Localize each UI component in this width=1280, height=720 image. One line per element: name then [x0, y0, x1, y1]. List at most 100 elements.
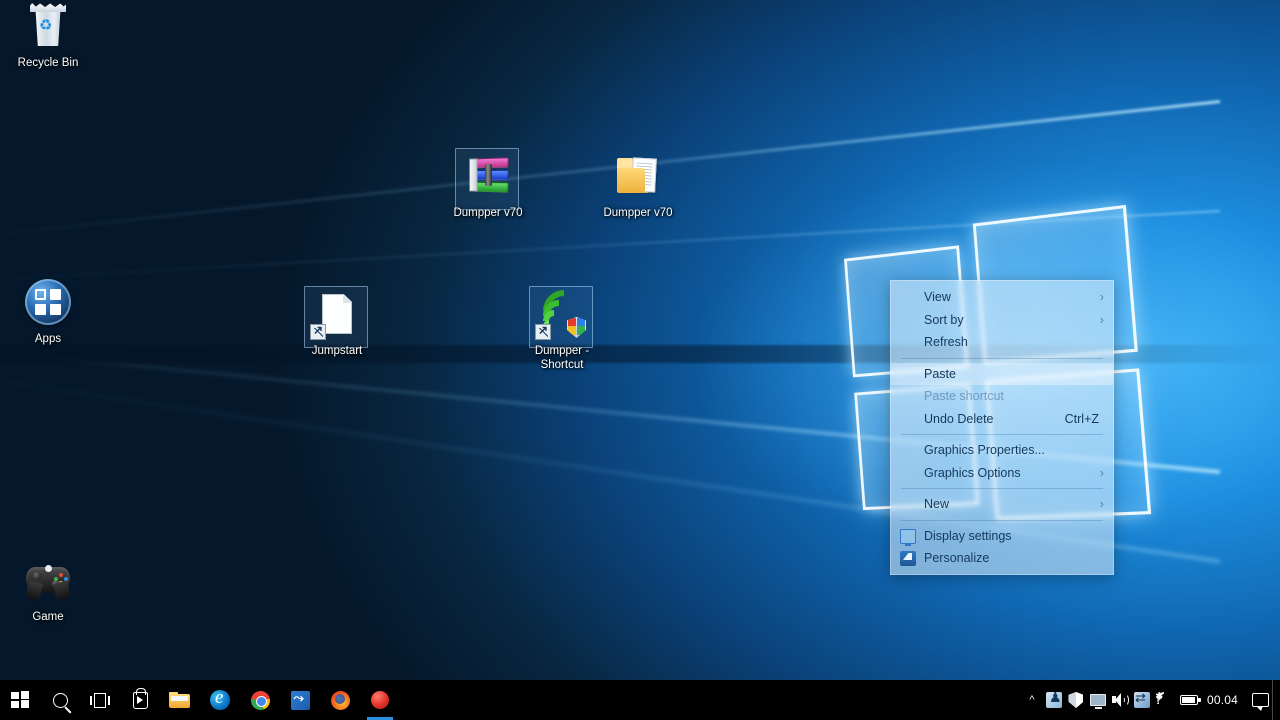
chrome-button[interactable] [240, 680, 280, 720]
context-menu-item-paste-shortcut: Paste shortcut [891, 385, 1113, 408]
network-button[interactable] [1131, 680, 1153, 720]
speaker-icon [1111, 693, 1129, 707]
desktop-icon-label: Dumpper v70 [603, 207, 673, 219]
store-button[interactable] [120, 680, 160, 720]
context-menu-item-view[interactable]: View › [891, 286, 1113, 309]
shortcut-arrow-icon [535, 323, 551, 340]
task-view-icon [90, 692, 110, 708]
menu-separator [901, 488, 1103, 489]
desktop-surface[interactable]: ♻ Recycle Bin Apps Game Dumpper v70 Dump… [0, 0, 1280, 720]
menu-item-label: Undo Delete [924, 411, 994, 426]
menu-item-label: Sort by [924, 312, 964, 327]
volume-button[interactable] [1109, 680, 1131, 720]
taskbar-pinned-apps [0, 680, 400, 720]
context-menu-item-graphics-properties[interactable]: Graphics Properties... [891, 439, 1113, 462]
context-menu-item-graphics-options[interactable]: Graphics Options › [891, 462, 1113, 485]
file-explorer-button[interactable] [160, 680, 200, 720]
desktop-icon-dumpper-folder[interactable]: Dumpper v70 [592, 152, 684, 220]
recycle-bin-icon: ♻ [24, 2, 72, 50]
shortcut-arrow-icon [310, 323, 326, 340]
display-button[interactable] [1087, 680, 1109, 720]
blue-app-tray-icon [1045, 692, 1062, 708]
desktop-icon-label: Recycle Bin [17, 57, 79, 69]
red-app-button[interactable] [360, 680, 400, 720]
desktop-icon-label: Apps [34, 333, 62, 345]
context-menu-item-sort-by[interactable]: Sort by › [891, 309, 1113, 332]
blue-app-icon [290, 690, 310, 710]
battery-button[interactable] [1177, 680, 1201, 720]
menu-separator [901, 434, 1103, 435]
chevron-right-icon: › [1099, 496, 1104, 511]
menu-item-label: Graphics Options [924, 465, 1021, 480]
blue-app-button[interactable] [280, 680, 320, 720]
desktop-icon-label: Dumpper v70 [453, 207, 523, 219]
clock[interactable]: 00.04 [1201, 693, 1248, 707]
chevron-right-icon: › [1099, 289, 1104, 304]
desktop-icon-game[interactable]: Game [2, 556, 94, 624]
wifi-shield-icon [534, 281, 594, 341]
security-button[interactable] [1065, 680, 1087, 720]
menu-item-label: Graphics Properties... [924, 443, 1045, 457]
action-center-button[interactable] [1248, 680, 1272, 720]
action-center-icon [1251, 693, 1269, 711]
context-menu-item-undo-delete[interactable]: Undo Delete Ctrl+Z [891, 408, 1113, 431]
menu-item-label: Personalize [924, 551, 990, 565]
folder-with-document-icon [614, 152, 662, 200]
show-hidden-icons-button[interactable]: ^ [1021, 680, 1043, 720]
menu-item-label: New [924, 497, 950, 511]
folder-icon [169, 691, 191, 709]
desktop-icon-label: Dumpper - Shortcut [534, 345, 590, 371]
apps-orb-icon [24, 278, 72, 326]
edge-button[interactable] [200, 680, 240, 720]
personalize-icon [900, 551, 916, 566]
monitor-icon [900, 528, 916, 546]
menu-item-label: Display settings [924, 528, 1012, 543]
firefox-button[interactable] [320, 680, 360, 720]
task-view-button[interactable] [80, 680, 120, 720]
xbox-controller-icon [24, 556, 72, 604]
store-bag-icon [132, 687, 148, 709]
battery-icon [1179, 695, 1201, 705]
context-menu-item-display-settings[interactable]: Display settings [891, 525, 1113, 548]
desktop-icon-jumpstart[interactable]: Jumpstart [291, 290, 383, 358]
context-menu-item-new[interactable]: New › [891, 493, 1113, 516]
menu-item-label: Paste shortcut [924, 389, 1004, 403]
search-icon [52, 692, 68, 708]
desktop-icon-label: Game [32, 611, 64, 623]
firefox-icon [330, 690, 350, 710]
desktop-context-menu[interactable]: View › Sort by › Refresh Paste Paste sho… [890, 280, 1114, 575]
tray-app-button[interactable] [1043, 680, 1065, 720]
desktop-icon-label: Jumpstart [311, 345, 363, 357]
blank-document-icon [310, 290, 361, 340]
start-button[interactable] [0, 680, 40, 720]
winrar-archive-icon [464, 152, 512, 200]
search-button[interactable] [40, 680, 80, 720]
desktop-icon-recycle-bin[interactable]: ♻ Recycle Bin [2, 2, 94, 70]
wifi-button[interactable]: ✱ [1153, 680, 1177, 720]
menu-item-label: View [924, 290, 951, 304]
desktop-icon-dumpper-archive[interactable]: Dumpper v70 [442, 152, 534, 220]
shield-icon [1068, 692, 1084, 708]
red-circle-icon [371, 691, 389, 709]
menu-item-label: Refresh [924, 335, 968, 349]
windows-flag-icon [11, 691, 29, 709]
uac-shield-icon [567, 317, 586, 338]
chrome-icon [250, 690, 270, 710]
wifi-icon: ✱ [1154, 689, 1175, 709]
system-tray: ^ ✱ 00.04 [1021, 680, 1280, 720]
desktop-icon-dumpper-shortcut[interactable]: Dumpper - Shortcut [516, 281, 608, 372]
menu-item-accelerator: Ctrl+Z [1064, 411, 1099, 426]
desktop-icon-apps[interactable]: Apps [2, 278, 94, 346]
chevron-up-icon: ^ [1029, 694, 1035, 706]
taskbar[interactable]: ^ ✱ 00.04 [0, 680, 1280, 720]
menu-separator [901, 357, 1103, 359]
chevron-right-icon: › [1099, 464, 1104, 480]
context-menu-item-refresh[interactable]: Refresh [891, 331, 1113, 354]
chevron-right-icon: › [1099, 311, 1104, 327]
menu-separator [901, 519, 1103, 521]
show-desktop-button[interactable] [1272, 680, 1280, 720]
context-menu-item-personalize[interactable]: Personalize [891, 547, 1113, 570]
menu-item-label: Paste [924, 366, 956, 381]
context-menu-item-paste[interactable]: Paste [891, 362, 1113, 385]
network-transfer-icon [1133, 690, 1150, 708]
